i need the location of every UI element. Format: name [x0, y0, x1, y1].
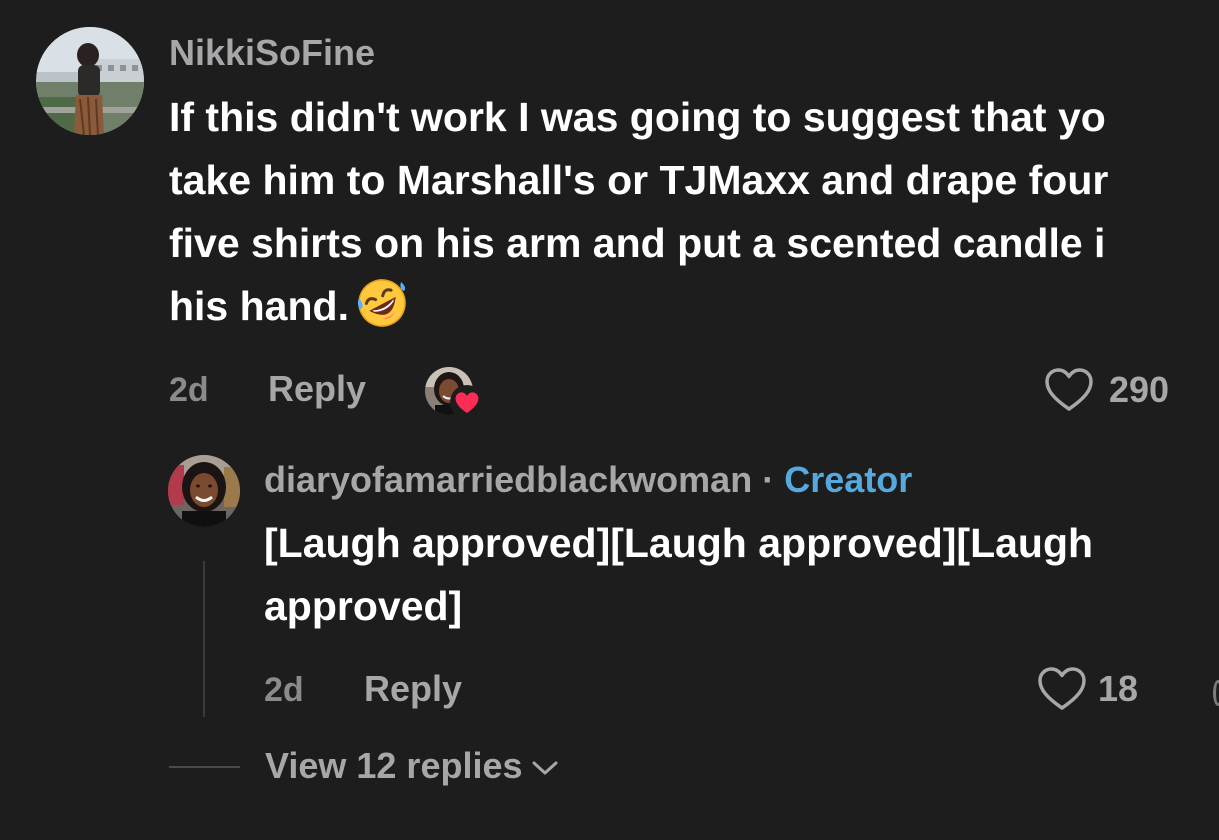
reply-line: [Laugh approved][Laugh approved][Laugh: [264, 520, 1094, 566]
comment-line: five shirts on his arm and put a scented…: [169, 220, 1106, 266]
heart-outline-icon: [1038, 667, 1086, 710]
view-replies-line: [169, 766, 240, 768]
thread-line: [203, 561, 205, 717]
comment-line: take him to Marshall's or TJMaxx and dra…: [169, 157, 1109, 203]
reply-button[interactable]: Reply: [268, 368, 366, 410]
commenter-avatar[interactable]: [36, 27, 144, 135]
view-replies-button[interactable]: View 12 replies: [265, 745, 559, 787]
creator-username[interactable]: diaryofamarriedblackwoman: [264, 459, 752, 500]
reply-like-button[interactable]: 18: [1036, 665, 1138, 713]
creator-liked-heart-icon: [449, 384, 485, 420]
dislike-icon[interactable]: [1213, 680, 1219, 706]
chevron-down-icon: [532, 761, 558, 775]
reply-line: approved]: [264, 583, 463, 629]
creator-avatar[interactable]: [168, 455, 240, 527]
reply-timestamp: 2d: [264, 671, 304, 709]
comment-text: If this didn't work I was going to sugge…: [169, 86, 1108, 338]
view-replies-label: View 12 replies: [265, 745, 523, 786]
creator-username-row: diaryofamarriedblackwoman · Creator: [264, 459, 912, 501]
comments-panel: NikkiSoFine If this didn't work I was go…: [0, 0, 1219, 840]
reply-text: [Laugh approved][Laugh approved][Laugh a…: [264, 512, 1093, 638]
comment-line: If this didn't work I was going to sugge…: [169, 94, 1106, 140]
rolling-on-floor-laughing-emoji: [355, 276, 409, 330]
reply-like-count: 18: [1098, 668, 1139, 709]
commenter-username[interactable]: NikkiSoFine: [169, 32, 375, 74]
comment-like-button[interactable]: 290: [1043, 366, 1169, 414]
comment-line: his hand.: [169, 275, 1108, 338]
comment-timestamp: 2d: [169, 371, 209, 409]
creator-badge: Creator: [784, 459, 913, 500]
reply-to-reply-button[interactable]: Reply: [364, 668, 462, 710]
heart-outline-icon: [1045, 368, 1093, 411]
comment-like-count: 290: [1109, 369, 1170, 410]
comment-line-text: his hand.: [169, 283, 349, 329]
separator-dot: ·: [762, 459, 775, 500]
